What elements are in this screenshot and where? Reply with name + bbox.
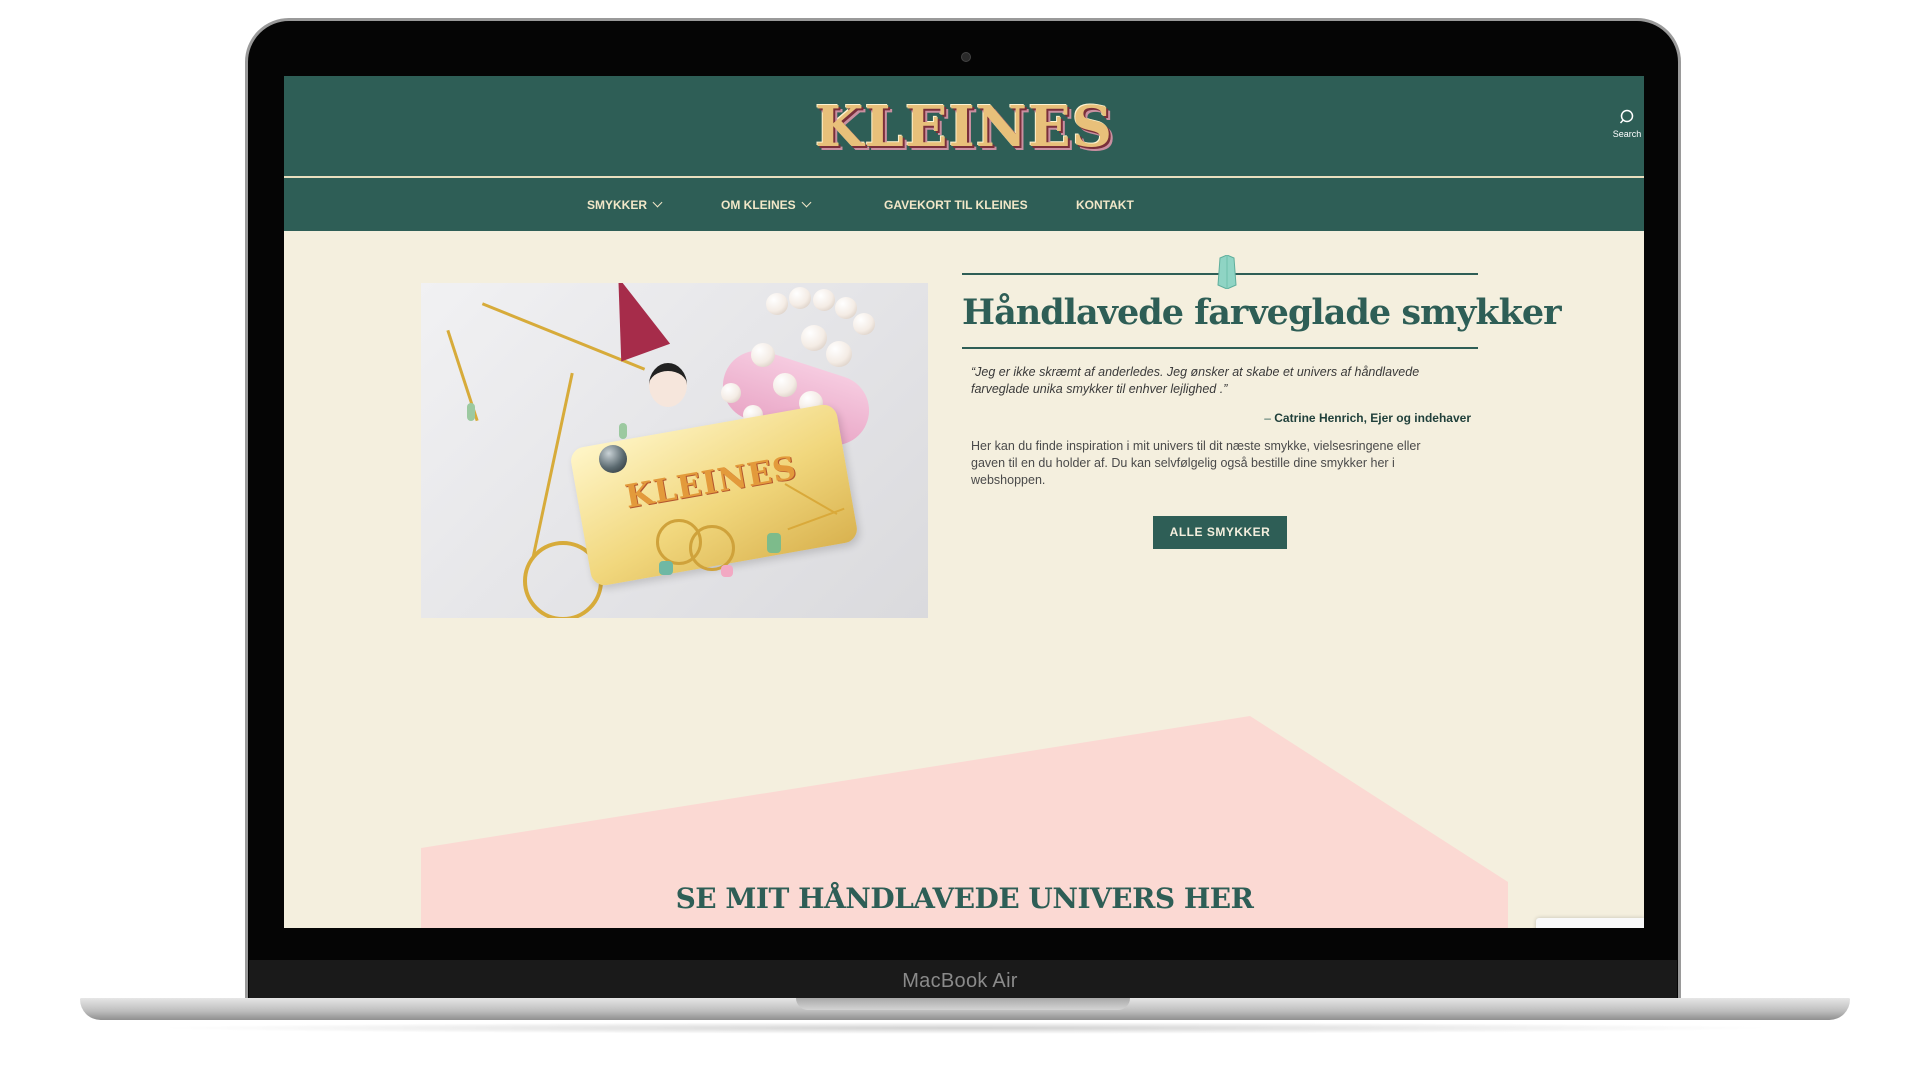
quote-line: farveglade unika smykker til enhver lejl… bbox=[971, 382, 1228, 396]
figurine-hat bbox=[593, 283, 671, 362]
nav-item-smykker[interactable]: SMYKKER bbox=[587, 195, 663, 215]
intro-paragraph: Her kan du finde inspiration i mit unive… bbox=[971, 438, 1471, 489]
all-jewelry-button[interactable]: ALLE SMYKKER bbox=[1153, 516, 1287, 549]
ring-gem bbox=[721, 565, 733, 577]
hero-jewelry-image: KLEINES bbox=[421, 283, 928, 618]
stand-wire bbox=[531, 372, 574, 560]
pearl bbox=[766, 293, 788, 315]
site-logo[interactable]: KLEINES bbox=[802, 94, 1126, 160]
quote-line: “Jeg er ikke skræmt af anderledes. Jeg ø… bbox=[971, 365, 1420, 379]
nav-item-label: SMYKKER bbox=[587, 198, 648, 212]
quote-attribution: – Catrine Henrich, Ejer og indehaver bbox=[971, 410, 1471, 426]
nav-item-om-kleines[interactable]: OM KLEINES bbox=[721, 195, 812, 215]
search-icon bbox=[1619, 109, 1634, 124]
chevron-down-icon bbox=[652, 197, 663, 208]
pearl bbox=[801, 325, 827, 351]
pearl bbox=[835, 297, 857, 319]
pearl bbox=[773, 373, 797, 397]
laptop-shadow bbox=[150, 1022, 1780, 1034]
nav-item-label: OM KLEINES bbox=[721, 198, 796, 212]
device-label: MacBook Air bbox=[902, 970, 1018, 992]
paragraph-line: Her kan du finde inspiration i mit unive… bbox=[971, 439, 1421, 453]
gem-icon bbox=[1217, 255, 1237, 289]
page-title: Håndlavede farveglade smykker bbox=[962, 292, 1562, 333]
chevron-down-icon bbox=[801, 197, 812, 208]
nav-item-kontakt[interactable]: KONTAKT bbox=[1076, 195, 1134, 215]
main-navigation: SMYKKER OM KLEINES GAVEKORT TIL KLEINES … bbox=[284, 178, 1644, 231]
paragraph-line: gaven til en du holder af. Du kan selvfø… bbox=[971, 456, 1395, 470]
pearl bbox=[813, 289, 835, 311]
ring-gem bbox=[659, 561, 673, 575]
earring-gem bbox=[467, 403, 475, 421]
nav-item-label: KONTAKT bbox=[1076, 198, 1134, 212]
attribution-dash: – bbox=[1264, 411, 1275, 425]
site-header: KLEINES Search bbox=[284, 76, 1644, 176]
device-mockup: KLEINES Search SMYKKER OM KLEINES GAVEKO… bbox=[0, 0, 1920, 1080]
pendant-gem bbox=[767, 533, 781, 553]
browser-viewport: KLEINES Search SMYKKER OM KLEINES GAVEKO… bbox=[284, 76, 1644, 928]
pearl bbox=[751, 343, 775, 367]
nav-item-gavekort[interactable]: GAVEKORT TIL KLEINES bbox=[884, 195, 1028, 215]
camera-icon bbox=[961, 52, 971, 62]
pearl bbox=[721, 383, 741, 403]
paragraph-line: webshoppen. bbox=[971, 473, 1046, 487]
black-pearl bbox=[599, 445, 627, 473]
title-bottom-rule bbox=[962, 347, 1478, 349]
search-label: Search bbox=[1612, 129, 1642, 139]
laptop-hinge-notch bbox=[796, 998, 1130, 1010]
pearl bbox=[789, 287, 811, 309]
owner-quote: “Jeg er ikke skræmt af anderledes. Jeg ø… bbox=[971, 364, 1471, 398]
pearl bbox=[826, 341, 852, 367]
recaptcha-badge[interactable] bbox=[1536, 918, 1644, 928]
attribution-name: Catrine Henrich, Ejer og indehaver bbox=[1274, 411, 1471, 425]
section-heading: SE MIT HÅNDLAVEDE UNIVERS HER bbox=[675, 882, 1254, 915]
nav-item-label: GAVEKORT TIL KLEINES bbox=[884, 198, 1028, 212]
search-button[interactable]: Search bbox=[1610, 108, 1644, 148]
figurine-face bbox=[649, 363, 687, 407]
pearl bbox=[853, 313, 875, 335]
earring-gem bbox=[619, 423, 627, 439]
